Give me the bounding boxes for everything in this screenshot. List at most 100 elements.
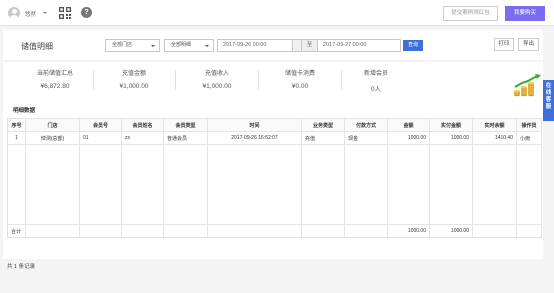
table-cell xyxy=(344,144,388,225)
store-select-value: 全部门店 xyxy=(112,42,133,48)
table-cell: 1 xyxy=(7,131,26,145)
to-label: 至 xyxy=(302,39,317,52)
summary-value: 0人 xyxy=(370,86,382,93)
online-service-tab[interactable]: 在 线 客 服 xyxy=(543,80,554,121)
end-date-value: 2017-09-27 00:00 xyxy=(323,42,367,48)
summary-label: 充值收入 xyxy=(204,71,229,77)
col-header[interactable]: 会员姓名 xyxy=(121,118,164,132)
calendar-icon[interactable] xyxy=(292,40,301,51)
table-cell: zx xyxy=(121,131,164,145)
divider xyxy=(258,70,259,90)
empty-table-area xyxy=(7,144,542,225)
total-label: 合计 xyxy=(7,224,26,238)
qr-code-icon[interactable] xyxy=(59,7,71,19)
col-header[interactable]: 实付金额 xyxy=(429,118,473,132)
table-cell xyxy=(516,224,542,238)
col-header[interactable]: 门店 xyxy=(25,118,80,132)
table-cell xyxy=(301,224,345,238)
table-cell xyxy=(429,144,473,225)
table-cell xyxy=(121,144,164,225)
table-cell: 现金 xyxy=(344,131,388,145)
col-header[interactable]: 操作员 xyxy=(516,118,542,132)
table-cell: 充值 xyxy=(301,131,345,145)
table-cell xyxy=(7,144,26,225)
chevron-down-icon[interactable] xyxy=(43,12,47,14)
col-header[interactable]: 会员类型 xyxy=(163,118,208,132)
col-header[interactable]: 会员号 xyxy=(79,118,122,132)
col-header[interactable]: 付款方式 xyxy=(344,118,388,132)
table-cell xyxy=(79,224,122,238)
summary-label: 储值卡消费 xyxy=(284,71,315,77)
table-cell: 2017-09-26 16:52:07 xyxy=(207,131,302,145)
table-cell: 小雨 xyxy=(516,131,542,145)
summary-recharge-income: 充值收入 ¥1,000.00 xyxy=(177,68,257,90)
end-date-input[interactable]: 2017-09-27 00:00 xyxy=(317,39,401,52)
summary-value: ¥1,000.00 xyxy=(202,83,232,90)
table-total-row: 合计 1000.00 1000.00 xyxy=(7,224,542,238)
table-cell: 1000.00 xyxy=(387,131,430,145)
chevron-down-icon xyxy=(205,44,209,47)
table-cell xyxy=(387,144,430,225)
table-cell xyxy=(472,144,517,225)
side-tab-char: 在 xyxy=(545,83,552,89)
total-paid: 1000.00 xyxy=(429,224,473,238)
side-tab-char: 线 xyxy=(545,90,552,96)
summary-value: ¥0.00 xyxy=(291,83,309,90)
table-row[interactable]: 1 悼测(总部) 01 zx 普通会员 2017-09-26 16:52:07 … xyxy=(7,131,542,145)
chevron-down-icon xyxy=(151,44,155,47)
buy-button[interactable]: 我要购买 xyxy=(505,6,545,21)
top-bar: 悠然 ? 提交案例得红包 我要购买 xyxy=(0,0,554,26)
start-date-value: 2017-09-26 00:00 xyxy=(223,42,267,48)
export-button[interactable]: 导出 xyxy=(518,38,539,51)
col-header[interactable]: 金额 xyxy=(387,118,430,132)
table-cell xyxy=(516,144,542,225)
table-cell xyxy=(79,144,122,225)
table-cell xyxy=(301,144,345,225)
table-cell xyxy=(163,224,208,238)
summary-label: 新增会员 xyxy=(363,71,388,77)
print-button[interactable]: 打印 xyxy=(494,38,514,51)
submit-case-button[interactable]: 提交案例得红包 xyxy=(443,6,498,21)
table-cell xyxy=(472,224,517,238)
side-tab-char: 客 xyxy=(545,97,552,103)
col-header[interactable]: 业务类型 xyxy=(301,118,345,132)
summary-label: 充值金额 xyxy=(121,71,146,77)
table-cell: 悼测(总部) xyxy=(25,131,80,145)
table-cell xyxy=(207,224,302,238)
col-header[interactable]: 序号 xyxy=(7,118,26,132)
table-cell xyxy=(25,224,80,238)
avatar[interactable] xyxy=(8,7,20,19)
table-cell xyxy=(344,224,388,238)
summary-recharge-amount: 充值金额 ¥1,000.00 xyxy=(94,68,174,90)
total-amount: 1000.00 xyxy=(387,224,430,238)
record-count: 共 1 条记录 xyxy=(7,264,36,270)
table-cell xyxy=(207,144,302,225)
detail-select-value: 全部明细 xyxy=(171,42,192,48)
filter-panel: 储值明细 全部门店 全部明细 2017-09-26 00:00 至 2017-0… xyxy=(3,30,543,60)
detail-type-select[interactable]: 全部明细 xyxy=(164,39,214,52)
growth-chart-icon xyxy=(514,74,541,97)
summary-new-members: 新增会员 0人 xyxy=(336,68,416,93)
summary-card-consumption: 储值卡消费 ¥0.00 xyxy=(260,68,340,90)
table-cell: 1410.40 xyxy=(472,131,517,145)
table-cell xyxy=(121,224,164,238)
start-date-input[interactable]: 2017-09-26 00:00 xyxy=(217,39,302,52)
col-header[interactable]: 时间 xyxy=(207,118,302,132)
help-icon[interactable]: ? xyxy=(81,7,92,18)
store-select[interactable]: 全部门店 xyxy=(105,39,160,52)
summary-label: 当前储值汇总 xyxy=(36,71,73,77)
divider xyxy=(175,70,176,90)
side-tab-char: 服 xyxy=(545,104,552,110)
user-name[interactable]: 悠然 xyxy=(25,10,36,18)
summary-value: ¥6,872.80 xyxy=(40,83,70,90)
query-button[interactable]: 查询 xyxy=(403,40,423,51)
summary-value: ¥1,000.00 xyxy=(119,83,149,90)
detail-table: 序号 门店 会员号 会员姓名 会员类型 时间 业务类型 付款方式 金额 实付金额… xyxy=(7,118,542,238)
table-cell: 01 xyxy=(79,131,122,145)
col-header[interactable]: 实时余额 xyxy=(472,118,517,132)
table-header-row: 序号 门店 会员号 会员姓名 会员类型 时间 业务类型 付款方式 金额 实付金额… xyxy=(7,118,542,132)
page-title: 储值明细 xyxy=(21,42,53,51)
section-title: 明细数据 xyxy=(13,108,36,114)
table-cell: 1000.00 xyxy=(429,131,473,145)
table-cell xyxy=(25,144,80,225)
